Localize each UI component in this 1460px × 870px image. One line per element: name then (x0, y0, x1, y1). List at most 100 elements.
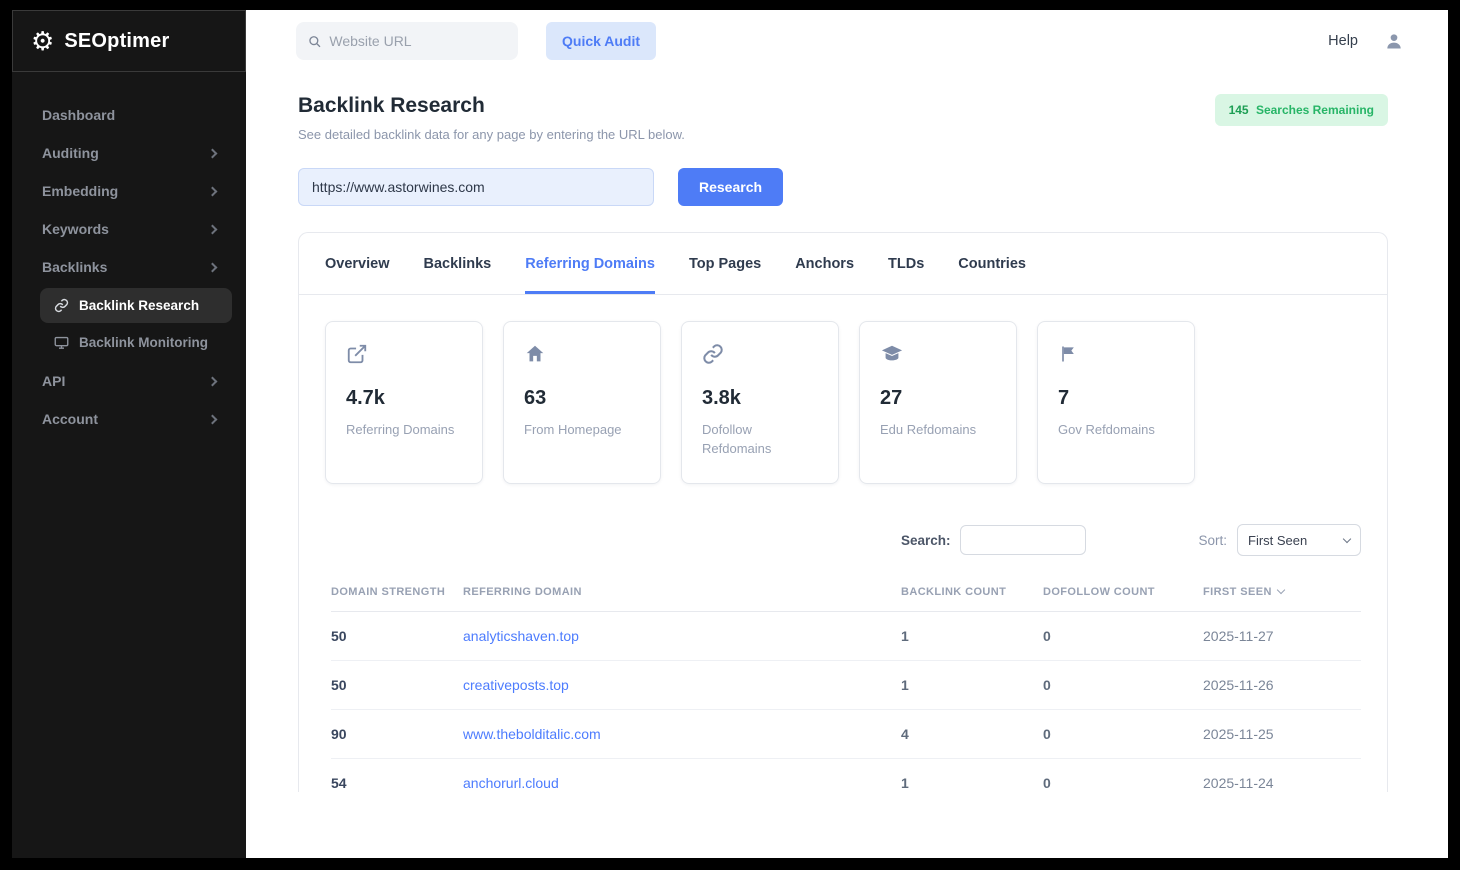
domain-link[interactable]: anchorurl.cloud (463, 775, 559, 791)
domain-strength-cell: 90 (331, 710, 463, 759)
stat-label: Dofollow Refdomains (702, 420, 818, 458)
sidebar: ⚙ SEOptimer Dashboard Auditing Embedding… (12, 10, 246, 858)
stat-label: Gov Refdomains (1058, 420, 1174, 439)
sidebar-item-backlinks[interactable]: Backlinks (26, 248, 232, 286)
domain-link[interactable]: creativeposts.top (463, 677, 569, 693)
table-row: 90 www.thebolditalic.com 4 0 2025-11-25 (331, 710, 1361, 759)
nav-label: Dashboard (42, 107, 115, 123)
nav-label: Backlink Monitoring (79, 335, 208, 350)
sort-select-value: First Seen (1248, 533, 1307, 548)
flag-icon (1058, 343, 1078, 365)
logo-text: SEOptimer (64, 30, 169, 53)
website-url-search[interactable] (296, 22, 518, 60)
dofollow-count-cell: 0 (1043, 759, 1203, 793)
tab-referring-domains[interactable]: Referring Domains (525, 233, 655, 294)
dofollow-count-cell: 0 (1043, 710, 1203, 759)
sidebar-item-api[interactable]: API (26, 362, 232, 400)
logo[interactable]: ⚙ SEOptimer (12, 10, 246, 72)
stat-label: From Homepage (524, 420, 640, 439)
nav-label: API (42, 373, 65, 389)
external-link-icon (346, 343, 368, 365)
quick-audit-button[interactable]: Quick Audit (546, 22, 656, 60)
link-icon (702, 343, 724, 365)
tab-top-pages[interactable]: Top Pages (689, 233, 761, 294)
sort-label: Sort: (1198, 533, 1227, 548)
domain-strength-cell: 50 (331, 661, 463, 710)
tab-backlinks[interactable]: Backlinks (424, 233, 492, 294)
stat-label: Referring Domains (346, 420, 462, 439)
chevron-down-icon (1343, 534, 1351, 542)
sidebar-item-dashboard[interactable]: Dashboard (26, 96, 232, 134)
chevron-right-icon (208, 414, 218, 424)
stat-card-dofollow-refdomains: 3.8k Dofollow Refdomains (681, 321, 839, 484)
sidebar-item-auditing[interactable]: Auditing (26, 134, 232, 172)
col-header-dofollow-count[interactable]: DOFOLLOW COUNT (1043, 572, 1203, 612)
sidebar-item-embedding[interactable]: Embedding (26, 172, 232, 210)
gear-logo-icon: ⚙ (31, 28, 54, 54)
chevron-right-icon (208, 376, 218, 386)
tab-countries[interactable]: Countries (958, 233, 1026, 294)
help-link[interactable]: Help (1328, 33, 1358, 49)
domain-link[interactable]: analyticshaven.top (463, 628, 579, 644)
stat-label: Edu Refdomains (880, 420, 996, 439)
dofollow-count-cell: 0 (1043, 661, 1203, 710)
sort-select[interactable]: First Seen (1237, 524, 1361, 556)
home-icon (524, 343, 546, 365)
stat-card-referring-domains: 4.7k Referring Domains (325, 321, 483, 484)
table-filter-row: Search: Sort: First Seen (299, 510, 1387, 562)
referring-domain-cell: creativeposts.top (463, 661, 901, 710)
searches-remaining-badge: 145 Searches Remaining (1215, 94, 1388, 126)
research-button[interactable]: Research (678, 168, 783, 206)
main-area: Quick Audit Help Backlink Research See d… (246, 10, 1448, 858)
stat-value: 4.7k (346, 387, 462, 410)
chevron-right-icon (208, 224, 218, 234)
col-header-first-seen[interactable]: FIRST SEEN (1203, 572, 1361, 612)
sidebar-nav: Dashboard Auditing Embedding Keywords Ba… (12, 72, 246, 438)
chevron-right-icon (208, 186, 218, 196)
chevron-right-icon (208, 148, 218, 158)
col-header-domain-strength[interactable]: DOMAIN STRENGTH (331, 572, 463, 612)
research-url-input[interactable] (298, 168, 654, 206)
col-header-backlink-count[interactable]: BACKLINK COUNT (901, 572, 1043, 612)
domain-strength-cell: 50 (331, 612, 463, 661)
website-url-input[interactable] (329, 33, 506, 49)
user-avatar-icon[interactable] (1384, 31, 1404, 51)
first-seen-cell: 2025-11-25 (1203, 710, 1361, 759)
backlink-count-cell: 1 (901, 759, 1043, 793)
sidebar-item-keywords[interactable]: Keywords (26, 210, 232, 248)
chevron-right-icon (208, 262, 218, 272)
sidebar-item-backlink-monitoring[interactable]: Backlink Monitoring (40, 325, 232, 360)
referring-domain-cell: analyticshaven.top (463, 612, 901, 661)
stat-value: 63 (524, 387, 640, 410)
nav-label: Account (42, 411, 98, 427)
stat-card-edu-refdomains: 27 Edu Refdomains (859, 321, 1017, 484)
stat-value: 27 (880, 387, 996, 410)
referring-domain-cell: anchorurl.cloud (463, 759, 901, 793)
graduation-cap-icon (880, 343, 904, 365)
tab-anchors[interactable]: Anchors (795, 233, 854, 294)
tab-overview[interactable]: Overview (325, 233, 390, 294)
tab-tlds[interactable]: TLDs (888, 233, 924, 294)
table-search-label: Search: (901, 533, 951, 548)
searches-remaining-label: Searches Remaining (1256, 103, 1374, 117)
page-content: Backlink Research See detailed backlink … (246, 72, 1448, 792)
first-seen-cell: 2025-11-26 (1203, 661, 1361, 710)
sidebar-item-backlink-research[interactable]: Backlink Research (40, 288, 232, 323)
sidebar-item-account[interactable]: Account (26, 400, 232, 438)
stat-card-from-homepage: 63 From Homepage (503, 321, 661, 484)
app-window: ⚙ SEOptimer Dashboard Auditing Embedding… (12, 10, 1448, 858)
domain-link[interactable]: www.thebolditalic.com (463, 726, 601, 742)
link-icon (54, 298, 69, 313)
monitor-icon (54, 335, 69, 350)
nav-label: Auditing (42, 145, 99, 161)
table-row: 50 creativeposts.top 1 0 2025-11-26 (331, 661, 1361, 710)
col-header-referring-domain[interactable]: REFERRING DOMAIN (463, 572, 901, 612)
dofollow-count-cell: 0 (1043, 612, 1203, 661)
first-seen-cell: 2025-11-24 (1203, 759, 1361, 793)
sort-direction-icon (1277, 586, 1285, 594)
page-header: Backlink Research See detailed backlink … (298, 94, 1388, 142)
table-search-input[interactable] (960, 525, 1086, 555)
domain-strength-cell: 54 (331, 759, 463, 793)
stat-value: 3.8k (702, 387, 818, 410)
nav-label: Embedding (42, 183, 118, 199)
